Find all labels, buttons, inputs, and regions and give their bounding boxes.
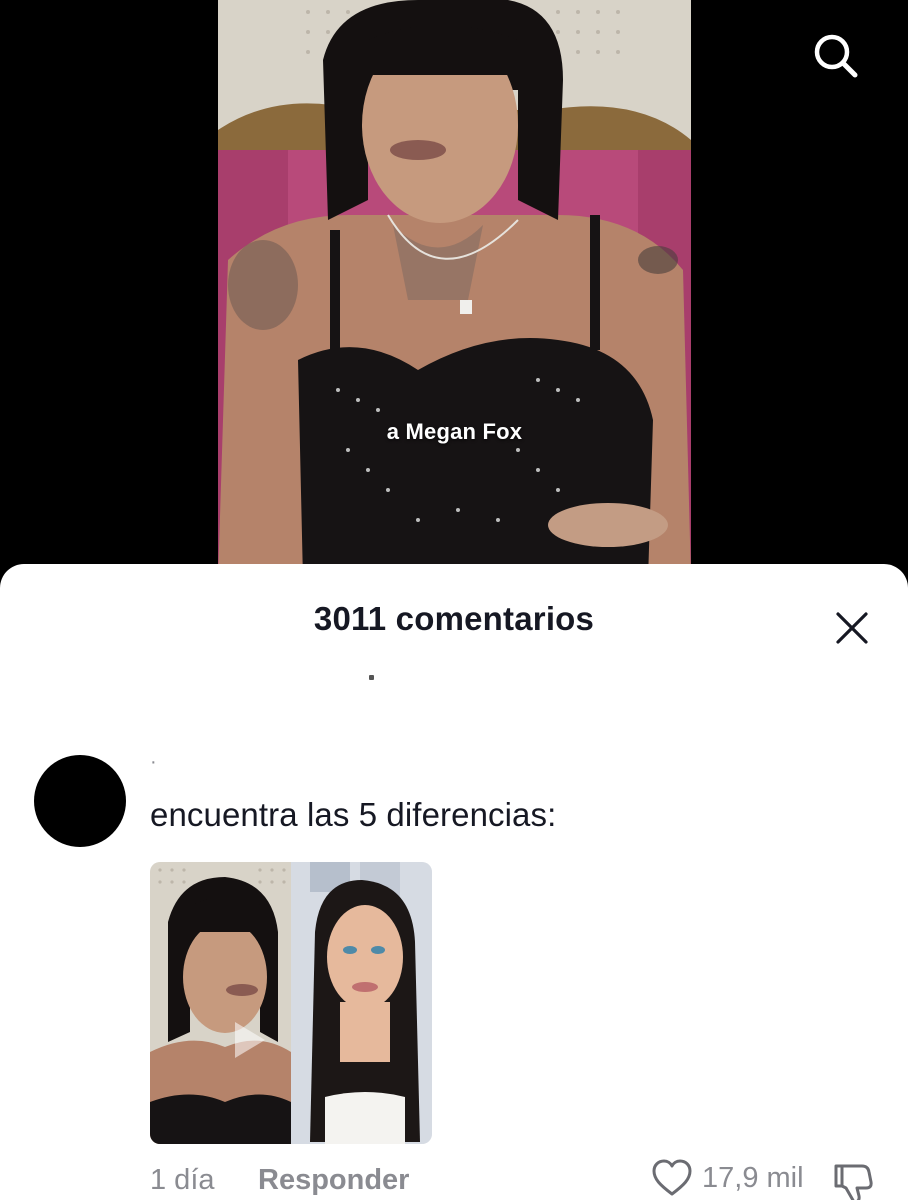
comment-time: 1 día xyxy=(150,1164,215,1196)
comments-count-title: 3011 comentarios xyxy=(313,600,595,637)
reply-button[interactable]: Responder xyxy=(258,1164,409,1197)
video-player[interactable]: a Megan Fox xyxy=(0,0,908,580)
comment-username[interactable]: · xyxy=(150,752,157,772)
like-button[interactable]: 17,9 mil xyxy=(650,1158,804,1198)
play-icon xyxy=(225,1016,273,1064)
like-count: 17,9 mil xyxy=(702,1161,804,1194)
heart-icon xyxy=(652,1159,692,1196)
search-icon xyxy=(814,34,858,78)
video-thumbnail-image xyxy=(218,0,691,580)
comment-text: encuentra las 5 diferencias: xyxy=(150,796,557,833)
thumbs-down-icon xyxy=(834,1164,873,1200)
search-button[interactable] xyxy=(806,26,868,88)
video-caption: a Megan Fox xyxy=(386,419,523,444)
comment-image-attachment[interactable] xyxy=(150,862,432,1144)
dislike-button[interactable] xyxy=(828,1158,876,1200)
comment-image xyxy=(150,862,432,1144)
close-button[interactable] xyxy=(828,604,876,652)
app-root: a Megan Fox 3011 comentarios · encuentra… xyxy=(0,0,908,1200)
comments-sheet: 3011 comentarios xyxy=(0,564,908,1200)
avatar[interactable] xyxy=(34,755,126,847)
close-icon xyxy=(836,612,868,644)
video-frame[interactable]: a Megan Fox xyxy=(218,0,691,580)
divider-dot xyxy=(369,675,374,680)
